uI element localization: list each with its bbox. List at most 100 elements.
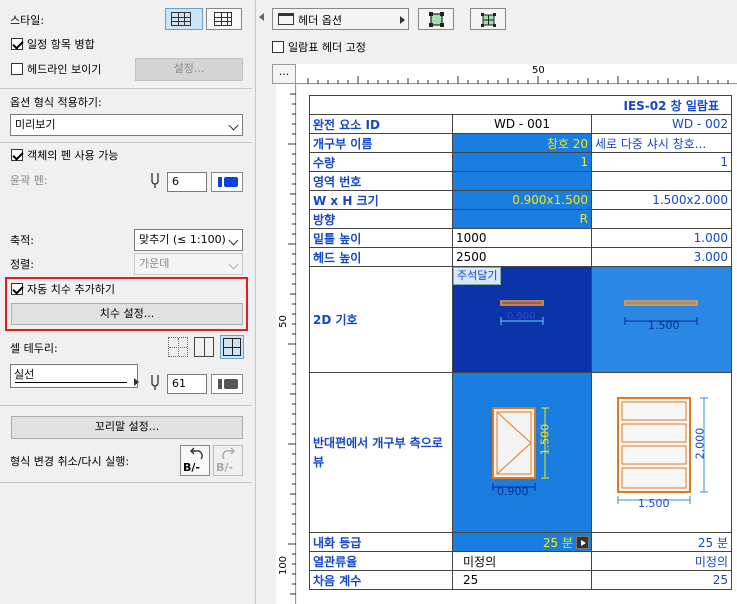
cell-dropdown-icon[interactable] xyxy=(576,536,589,549)
table-row[interactable]: 수량 1 1 xyxy=(309,152,732,172)
cell[interactable] xyxy=(591,209,732,229)
cell[interactable]: 25 분 xyxy=(591,532,732,552)
cell[interactable]: 세로 다중 샤시 창호... xyxy=(591,133,732,153)
dimension-settings-button[interactable]: 치수 설정... xyxy=(11,303,243,325)
line-type-select[interactable]: 실선 xyxy=(10,364,139,388)
contour-pen-input[interactable]: 6 xyxy=(167,172,207,192)
table-row[interactable]: W x H 크기 0.900x1.500 1.500x2.000 xyxy=(309,190,732,210)
table-title-row: IES-02 창 일람표 xyxy=(309,95,732,115)
cell[interactable]: 25 분 xyxy=(452,532,592,552)
cell[interactable]: 25 xyxy=(591,570,732,590)
format-options-panel: 스타일: 일정 항목 병합 헤드라인 보이기 설정... 옵션 형식 적용하기:… xyxy=(0,0,256,604)
style-label: 스타일: xyxy=(10,14,45,27)
symbol-cell-2[interactable]: 1.500 xyxy=(591,266,732,373)
headline-settings-button[interactable]: 설정... xyxy=(135,58,243,81)
cell[interactable]: 미정의 xyxy=(452,551,592,571)
cell[interactable] xyxy=(591,171,732,191)
row-label: 반대편에서 개구부 측으로 뷰 xyxy=(309,372,453,533)
cell[interactable]: 0.900x1.500 xyxy=(452,190,592,210)
row-label: 완전 요소 ID xyxy=(309,114,453,134)
grid-select-icon xyxy=(481,13,496,27)
scale-select[interactable]: 맞추기 (≤ 1:100) xyxy=(134,229,243,251)
undo-format-button[interactable]: B/- xyxy=(180,445,210,476)
table-row[interactable]: 방향 R xyxy=(309,209,732,229)
select-cell-button[interactable] xyxy=(418,8,454,30)
border-pen-color-swatch[interactable] xyxy=(211,374,243,394)
object-pen-label: 객체의 펜 사용 가능 xyxy=(27,149,119,162)
object-pen-checkbox[interactable] xyxy=(11,149,23,161)
merge-label: 일정 항목 병합 xyxy=(27,38,95,51)
caret-right-icon xyxy=(400,16,405,24)
scale-value: 맞추기 (≤ 1:100) xyxy=(139,233,226,246)
redo-format-button[interactable]: B/- xyxy=(213,445,243,476)
cell[interactable]: 1 xyxy=(591,152,732,172)
symbol-dim-label-2: 1.500 xyxy=(648,319,680,332)
align-select[interactable]: 가운데 xyxy=(134,253,243,275)
cell[interactable]: WD - 001 xyxy=(452,114,592,134)
cell[interactable]: 창호 20 xyxy=(452,133,592,153)
table-row[interactable]: 헤드 높이 2500 3.000 xyxy=(309,247,732,267)
apply-format-select[interactable]: 미리보기 xyxy=(10,114,243,136)
header-options-dropdown[interactable]: 헤더 옵션 xyxy=(272,8,409,30)
style-grid-button[interactable] xyxy=(165,8,203,30)
select-grid-button[interactable] xyxy=(470,8,506,30)
cell[interactable]: 1.000 xyxy=(591,228,732,248)
contour-pen-color-swatch[interactable] xyxy=(211,172,243,192)
style-grid-alt-button[interactable] xyxy=(206,8,242,30)
cell[interactable]: 3.000 xyxy=(591,247,732,267)
table-row[interactable]: 2D 기호 주석달기 0.900 1.500 xyxy=(309,266,732,373)
table-row[interactable]: 반대편에서 개구부 측으로 뷰 0.900 1.500 1.500 2.000 xyxy=(309,372,732,533)
elevation-cell-2[interactable]: 1.500 2.000 xyxy=(591,372,732,533)
apply-format-label: 옵션 형식 적용하기: xyxy=(10,96,102,109)
cell[interactable]: 1.500x2.000 xyxy=(591,190,732,210)
headline-label: 헤드라인 보이기 xyxy=(27,63,102,76)
collapse-panel-icon[interactable] xyxy=(259,13,264,21)
auto-dimension-checkbox[interactable] xyxy=(11,283,23,295)
cell[interactable]: WD - 002 xyxy=(591,114,732,134)
scale-label: 축적: xyxy=(10,234,34,247)
cell[interactable]: 1 xyxy=(452,152,592,172)
cell[interactable]: 25 xyxy=(452,570,592,590)
cell[interactable] xyxy=(452,171,592,191)
elevation-cell-1[interactable]: 0.900 1.500 xyxy=(452,372,592,533)
table-row[interactable]: 내화 등급 25 분 25 분 xyxy=(309,532,732,552)
border-none-button[interactable] xyxy=(168,337,188,357)
horizontal-ruler: 50 xyxy=(296,64,737,84)
table-header-icon xyxy=(278,13,294,25)
schedule-title: IES-02 창 일람표 xyxy=(309,95,732,115)
elevation-height-label-2: 2.000 xyxy=(693,427,707,460)
elevation-height-label-1: 1.500 xyxy=(538,423,552,456)
ruler-v-mark-1: 50 xyxy=(277,315,289,328)
align-value: 가운데 xyxy=(139,257,170,270)
cell[interactable]: 2500 xyxy=(452,247,592,267)
table-row[interactable]: 완전 요소 ID WD - 001 WD - 002 xyxy=(309,114,732,134)
headline-checkbox[interactable] xyxy=(11,63,23,75)
row-label: 개구부 이름 xyxy=(309,133,453,153)
row-label: W x H 크기 xyxy=(309,190,453,210)
symbol-cell-1[interactable]: 주석달기 0.900 xyxy=(452,266,592,373)
fix-header-checkbox[interactable] xyxy=(272,41,284,53)
cell[interactable]: 1000 xyxy=(452,228,592,248)
border-all-button[interactable] xyxy=(220,335,244,359)
table-grid-icon xyxy=(171,12,191,26)
merge-checkbox[interactable] xyxy=(11,38,23,50)
table-row[interactable]: 열관류율 미정의 미정의 xyxy=(309,551,732,571)
row-label: 열관류율 xyxy=(309,551,453,571)
table-grid-icon xyxy=(214,12,232,26)
chevron-down-icon xyxy=(228,235,239,246)
apply-format-value: 미리보기 xyxy=(15,118,56,131)
cell[interactable]: R xyxy=(452,209,592,229)
divider xyxy=(0,405,252,406)
table-row[interactable]: 개구부 이름 창호 20 세로 다중 샤시 창호... xyxy=(309,133,732,153)
divider xyxy=(0,482,252,483)
border-pen-input[interactable]: 61 xyxy=(167,374,207,394)
undo-icon-text: B/- xyxy=(183,461,200,474)
border-vertical-button[interactable] xyxy=(194,337,214,357)
table-row[interactable]: 차음 계수 25 25 xyxy=(309,570,732,590)
undo-arrow-icon xyxy=(190,447,203,460)
cell[interactable]: 미정의 xyxy=(591,551,732,571)
table-row[interactable]: 밑틀 높이 1000 1.000 xyxy=(309,228,732,248)
footer-settings-button[interactable]: 꼬리말 설정... xyxy=(11,416,243,439)
ruler-corner-button[interactable]: ... xyxy=(272,64,296,84)
table-row[interactable]: 영역 번호 xyxy=(309,171,732,191)
